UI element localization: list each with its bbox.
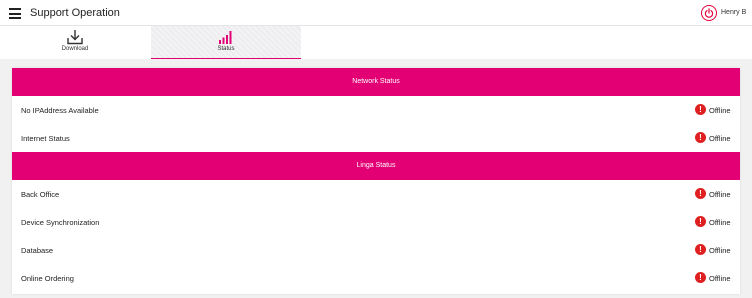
status-text: Offline	[709, 106, 731, 115]
status-row-label: Online Ordering	[21, 274, 74, 283]
status-row: Device Synchronization ! Offline	[12, 208, 740, 236]
status-row-label: Back Office	[21, 190, 60, 199]
alert-icon: !	[695, 104, 706, 115]
alert-icon: !	[695, 244, 706, 255]
tab-status-label: Status	[217, 46, 235, 52]
alert-icon: !	[695, 188, 706, 199]
status-row: Online Ordering ! Offline	[12, 264, 740, 292]
status-row: Internet Status ! Offline	[12, 124, 740, 152]
top-app-bar: Support Operation Henry B	[0, 0, 752, 26]
network-status-header: Network Status	[12, 68, 740, 96]
alert-icon: !	[695, 272, 706, 283]
tab-download-label: Download	[61, 46, 89, 52]
power-icon[interactable]	[701, 5, 717, 21]
status-text: Offline	[709, 246, 731, 255]
linga-status-header: Linga Status	[12, 152, 740, 180]
status-text: Offline	[709, 134, 731, 143]
tab-status[interactable]: Status	[151, 26, 301, 59]
status-row-label: Database	[21, 246, 54, 255]
status-row-label: Internet Status	[21, 134, 70, 143]
status-row-label: No IPAddress Available	[21, 106, 99, 115]
status-row: Database ! Offline	[12, 236, 740, 264]
status-row: No IPAddress Available ! Offline	[12, 96, 740, 124]
app-title: Support Operation	[30, 7, 120, 19]
alert-icon: !	[695, 216, 706, 227]
tab-bar: Download Status	[0, 26, 752, 59]
user-name[interactable]: Henry B	[721, 9, 746, 16]
tab-download[interactable]: Download	[0, 26, 150, 59]
status-text: Offline	[709, 218, 731, 227]
status-row-label: Device Synchronization	[21, 218, 100, 227]
status-row: Back Office ! Offline	[12, 180, 740, 208]
status-card: Network Status No IPAddress Available ! …	[12, 68, 740, 294]
alert-icon: !	[695, 132, 706, 143]
hamburger-menu-icon[interactable]	[9, 8, 21, 19]
status-text: Offline	[709, 274, 731, 283]
status-text: Offline	[709, 190, 731, 199]
